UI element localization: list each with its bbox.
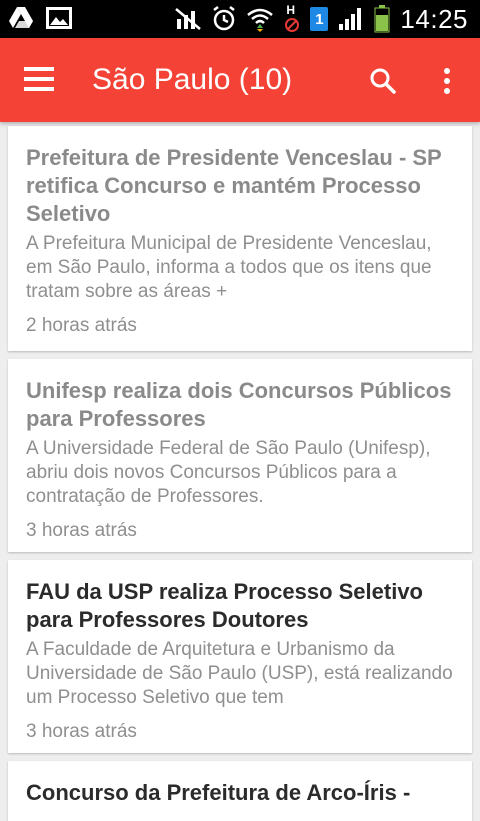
article-time: 3 horas atrás (26, 721, 137, 742)
battery-icon (374, 5, 390, 33)
wifi-icon (247, 8, 274, 32)
more-vert-icon (444, 68, 450, 94)
menu-icon[interactable] (24, 67, 58, 93)
article-title: Concurso da Prefeitura de Arco-Íris - (26, 780, 411, 805)
list-item[interactable]: Unifesp realiza dois Concursos Públicos … (8, 359, 472, 552)
overflow-menu-button[interactable] (432, 62, 462, 102)
article-summary: A Prefeitura Municipal de Presidente Ven… (26, 233, 432, 302)
app-bar: São Paulo (10) (0, 38, 480, 122)
no-data-icon: H (284, 3, 300, 33)
image-icon (46, 7, 72, 29)
article-time: 3 horas atrás (26, 520, 137, 541)
article-title: Unifesp realiza dois Concursos Públicos … (26, 378, 452, 431)
mute-icon (175, 8, 202, 30)
page-title: São Paulo (10) (92, 63, 293, 96)
status-bar: H 1 14:25 (0, 0, 480, 38)
sim-badge: 1 (315, 10, 324, 28)
status-clock: 14:25 (400, 3, 468, 34)
article-title: Prefeitura de Presidente Venceslau - SP … (26, 145, 442, 226)
article-summary: A Faculdade de Arquitetura e Urbanismo d… (26, 639, 453, 708)
article-time: 2 horas atrás (26, 315, 137, 336)
list-item[interactable]: FAU da USP realiza Processo Seletivo par… (8, 560, 472, 753)
alarm-icon (213, 6, 236, 31)
list-item[interactable]: Concurso da Prefeitura de Arco-Íris - (8, 761, 472, 821)
search-button[interactable] (364, 62, 404, 102)
drive-icon (9, 7, 33, 28)
list-item[interactable]: Prefeitura de Presidente Venceslau - SP … (8, 126, 472, 351)
sim-icon: 1 (310, 7, 329, 31)
data-indicator-label: H (286, 3, 296, 17)
article-summary: A Universidade Federal de São Paulo (Uni… (26, 438, 431, 507)
article-title: FAU da USP realiza Processo Seletivo par… (26, 579, 423, 632)
signal-icon (339, 8, 362, 30)
search-icon (370, 68, 396, 94)
